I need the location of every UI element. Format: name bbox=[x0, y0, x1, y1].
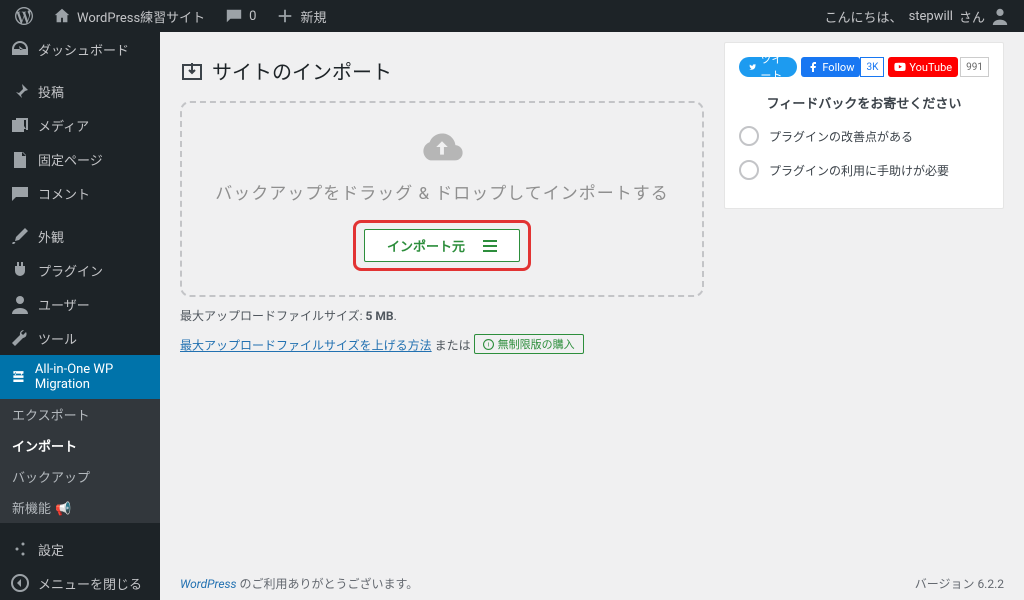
wp-logo[interactable] bbox=[8, 7, 40, 25]
admin-footer: WordPress のご利用ありがとうございます。 バージョン 6.2.2 bbox=[180, 575, 1004, 592]
submenu-export[interactable]: エクスポート bbox=[0, 399, 160, 430]
menu-settings[interactable]: 設定 bbox=[0, 532, 160, 566]
page-title: サイトのインポート bbox=[180, 56, 704, 85]
facebook-follow-button[interactable]: Follow bbox=[801, 57, 860, 77]
site-title: WordPress練習サイト bbox=[77, 7, 205, 26]
menu-media[interactable]: メディア bbox=[0, 109, 160, 143]
menu-comments[interactable]: コメント bbox=[0, 177, 160, 211]
menu-ai1wm[interactable]: All-in-One WP Migration bbox=[0, 355, 160, 399]
site-link[interactable]: WordPress練習サイト bbox=[46, 7, 212, 26]
feedback-option-1-label: プラグインの改善点がある bbox=[769, 128, 913, 145]
menu-icon bbox=[483, 240, 497, 252]
dashboard-icon bbox=[10, 39, 30, 59]
settings-icon bbox=[10, 539, 30, 559]
menu-users[interactable]: ユーザー bbox=[0, 287, 160, 321]
user-greeting[interactable]: こんにちは、 stepwill さん bbox=[818, 7, 1016, 26]
menu-plugins[interactable]: プラグイン bbox=[0, 253, 160, 287]
menu-appearance[interactable]: 外観 bbox=[0, 219, 160, 253]
cloud-upload-icon bbox=[202, 127, 682, 171]
brush-icon bbox=[10, 226, 30, 246]
facebook-count: 3K bbox=[860, 57, 884, 77]
page-icon bbox=[10, 150, 30, 170]
feedback-panel: ツイート Follow 3K YouTube bbox=[724, 42, 1004, 209]
feedback-heading: フィードバックをお寄せください bbox=[739, 93, 989, 112]
youtube-count: 991 bbox=[960, 57, 989, 77]
media-icon bbox=[10, 116, 30, 136]
menu-dashboard[interactable]: ダッシュボード bbox=[0, 32, 160, 66]
feedback-option-2-label: プラグインの利用に手助けが必要 bbox=[769, 162, 949, 179]
plus-icon bbox=[276, 7, 294, 25]
pin-icon bbox=[10, 82, 30, 102]
max-upload-size: 5 MB bbox=[366, 309, 394, 323]
migration-icon bbox=[10, 367, 27, 387]
wrench-icon bbox=[10, 328, 30, 348]
wordpress-link[interactable]: WordPress bbox=[180, 577, 237, 591]
wp-version: 6.2.2 bbox=[977, 577, 1004, 591]
facebook-icon bbox=[807, 61, 819, 73]
menu-pages[interactable]: 固定ページ bbox=[0, 143, 160, 177]
comments-link[interactable]: 0 bbox=[218, 7, 263, 25]
feedback-option-1-radio[interactable] bbox=[739, 126, 759, 146]
buy-unlimited-button[interactable]: i 無制限版の購入 bbox=[474, 334, 584, 354]
comment-icon bbox=[225, 7, 243, 25]
user-icon bbox=[10, 294, 30, 314]
announcement-icon: 📢 bbox=[55, 502, 71, 517]
plugin-icon bbox=[10, 260, 30, 280]
submenu-whatsnew[interactable]: 新機能📢 bbox=[0, 492, 160, 523]
username: stepwill bbox=[909, 9, 953, 24]
submenu-backups[interactable]: バックアップ bbox=[0, 461, 160, 492]
upload-limit-info: 最大アップロードファイルサイズ: 5 MB. bbox=[180, 307, 704, 324]
youtube-button[interactable]: YouTube bbox=[888, 57, 958, 77]
dropzone-text: バックアップをドラッグ & ドロップしてインポートする bbox=[202, 179, 682, 204]
menu-collapse[interactable]: メニューを閉じる bbox=[0, 566, 160, 600]
increase-upload-link[interactable]: 最大アップロードファイルサイズを上げる方法 bbox=[180, 339, 432, 353]
import-button-highlight: インポート元 bbox=[353, 220, 531, 271]
admin-sidebar: ダッシュボード 投稿 メディア 固定ページ コメント 外観 プラグイン ユーザー… bbox=[0, 32, 160, 600]
import-icon bbox=[180, 59, 204, 83]
twitter-icon bbox=[749, 61, 756, 73]
import-dropzone[interactable]: バックアップをドラッグ & ドロップしてインポートする インポート元 bbox=[180, 101, 704, 297]
submenu-import[interactable]: インポート bbox=[0, 430, 160, 461]
ai1wm-submenu: エクスポート インポート バックアップ 新機能📢 bbox=[0, 399, 160, 523]
collapse-icon bbox=[10, 573, 30, 593]
import-from-button[interactable]: インポート元 bbox=[364, 229, 520, 262]
menu-posts[interactable]: 投稿 bbox=[0, 75, 160, 109]
comment-icon bbox=[10, 184, 30, 204]
feedback-option-2-radio[interactable] bbox=[739, 160, 759, 180]
new-content[interactable]: 新規 bbox=[269, 7, 333, 26]
svg-text:i: i bbox=[487, 340, 489, 348]
youtube-icon bbox=[894, 61, 906, 73]
twitter-button[interactable]: ツイート bbox=[739, 57, 797, 77]
new-label: 新規 bbox=[300, 7, 326, 26]
menu-tools[interactable]: ツール bbox=[0, 321, 160, 355]
avatar-icon bbox=[991, 7, 1009, 25]
comment-count: 0 bbox=[249, 9, 256, 24]
info-icon: i bbox=[483, 339, 494, 350]
wordpress-icon bbox=[15, 7, 33, 25]
admin-toolbar: WordPress練習サイト 0 新規 こんにちは、 stepwill さん bbox=[0, 0, 1024, 32]
home-icon bbox=[53, 7, 71, 25]
